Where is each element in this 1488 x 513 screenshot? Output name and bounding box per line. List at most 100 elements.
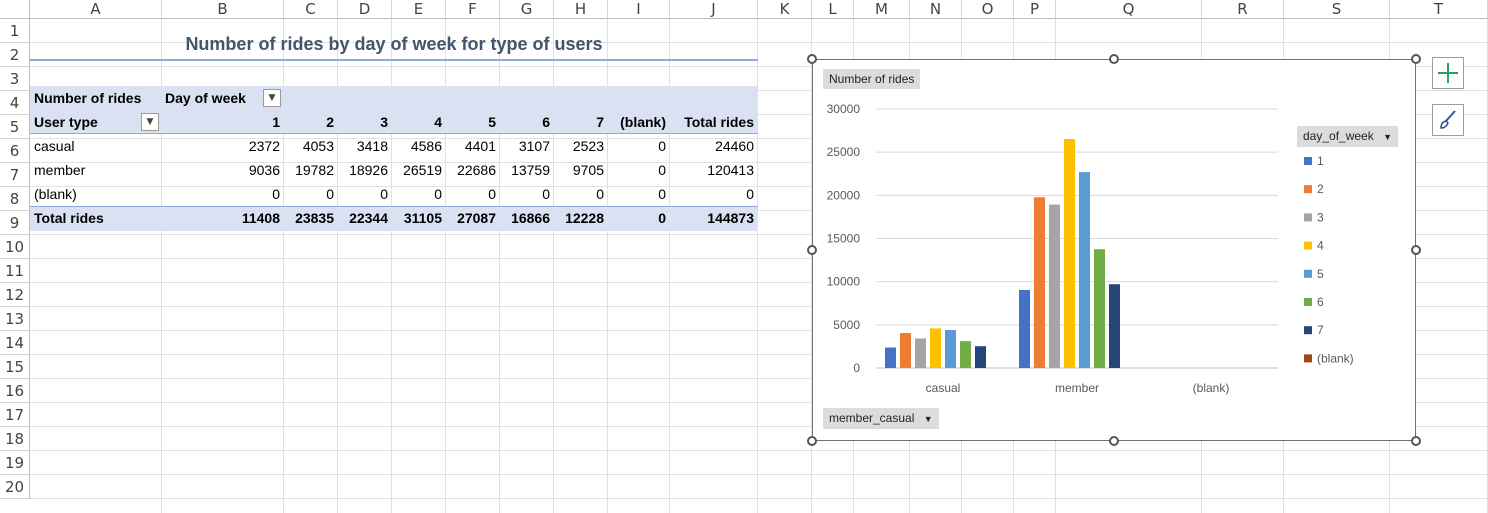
- pivot-column-header[interactable]: (blank): [608, 110, 666, 134]
- row-header-18[interactable]: 18: [0, 427, 30, 451]
- column-header-c[interactable]: C: [284, 0, 338, 19]
- pivot-column-header[interactable]: 6: [500, 110, 550, 134]
- pivot-value-cell[interactable]: 3418: [338, 134, 388, 158]
- row-header-9[interactable]: 9: [0, 211, 30, 235]
- value-field-chip[interactable]: Number of rides: [823, 69, 921, 89]
- pivot-value-cell[interactable]: 0: [162, 182, 280, 206]
- pivot-column-header[interactable]: 3: [338, 110, 388, 134]
- row-header-20[interactable]: 20: [0, 475, 30, 499]
- column-header-p[interactable]: P: [1014, 0, 1056, 19]
- column-header-k[interactable]: K: [758, 0, 812, 19]
- chart-elements-button[interactable]: [1432, 57, 1464, 89]
- pivot-value-cell[interactable]: 0: [284, 182, 334, 206]
- pivot-column-header[interactable]: 2: [284, 110, 334, 134]
- pivot-value-cell[interactable]: 4053: [284, 134, 334, 158]
- pivot-value-cell[interactable]: 9036: [162, 158, 280, 182]
- row-header-13[interactable]: 13: [0, 307, 30, 331]
- row-filter-dropdown[interactable]: ▼: [141, 113, 159, 131]
- column-header-s[interactable]: S: [1284, 0, 1390, 19]
- row-header-11[interactable]: 11: [0, 259, 30, 283]
- pivot-total-cell[interactable]: 11408: [162, 206, 280, 230]
- pivot-value-cell[interactable]: 24460: [670, 134, 754, 158]
- resize-handle-bottom-left[interactable]: [807, 436, 817, 446]
- row-header-8[interactable]: 8: [0, 187, 30, 211]
- row-header-7[interactable]: 7: [0, 163, 30, 187]
- row-header-10[interactable]: 10: [0, 235, 30, 259]
- pivot-value-cell[interactable]: 0: [608, 134, 666, 158]
- column-header-f[interactable]: F: [446, 0, 500, 19]
- pivot-value-cell[interactable]: 0: [554, 182, 604, 206]
- pivot-value-cell[interactable]: 2372: [162, 134, 280, 158]
- pivot-total-cell[interactable]: 31105: [392, 206, 442, 230]
- resize-handle-right[interactable]: [1411, 245, 1421, 255]
- pivot-row-label[interactable]: member: [34, 158, 85, 182]
- column-header-o[interactable]: O: [962, 0, 1014, 19]
- column-header-g[interactable]: G: [500, 0, 554, 19]
- column-header-r[interactable]: R: [1202, 0, 1284, 19]
- row-header-16[interactable]: 16: [0, 379, 30, 403]
- column-header-m[interactable]: M: [854, 0, 910, 19]
- resize-handle-top-left[interactable]: [807, 54, 817, 64]
- pivot-value-cell[interactable]: 0: [608, 182, 666, 206]
- pivot-value-cell[interactable]: 13759: [500, 158, 550, 182]
- column-header-a[interactable]: A: [30, 0, 162, 19]
- column-header-e[interactable]: E: [392, 0, 446, 19]
- pivot-value-cell[interactable]: 26519: [392, 158, 442, 182]
- pivot-column-header[interactable]: Total rides: [670, 110, 754, 134]
- column-header-t[interactable]: T: [1390, 0, 1488, 19]
- pivot-total-cell[interactable]: 144873: [670, 206, 754, 230]
- select-all-corner[interactable]: [0, 0, 30, 19]
- column-header-n[interactable]: N: [910, 0, 962, 19]
- pivot-total-cell[interactable]: 23835: [284, 206, 334, 230]
- row-header-3[interactable]: 3: [0, 67, 30, 91]
- row-header-15[interactable]: 15: [0, 355, 30, 379]
- pivot-value-cell[interactable]: 4586: [392, 134, 442, 158]
- resize-handle-top-right[interactable]: [1411, 54, 1421, 64]
- column-header-i[interactable]: I: [608, 0, 670, 19]
- pivot-value-cell[interactable]: 9705: [554, 158, 604, 182]
- row-header-1[interactable]: 1: [0, 19, 30, 43]
- pivot-value-cell[interactable]: 120413: [670, 158, 754, 182]
- pivot-total-cell[interactable]: 16866: [500, 206, 550, 230]
- pivot-value-cell[interactable]: 4401: [446, 134, 496, 158]
- pivot-total-cell[interactable]: 12228: [554, 206, 604, 230]
- pivot-value-cell[interactable]: 0: [608, 158, 666, 182]
- pivot-total-cell[interactable]: 22344: [338, 206, 388, 230]
- pivot-total-cell[interactable]: 27087: [446, 206, 496, 230]
- column-filter-dropdown[interactable]: ▼: [263, 89, 281, 107]
- pivot-value-cell[interactable]: 0: [446, 182, 496, 206]
- row-header-4[interactable]: 4: [0, 91, 30, 115]
- pivot-value-cell[interactable]: 18926: [338, 158, 388, 182]
- row-header-14[interactable]: 14: [0, 331, 30, 355]
- pivot-column-header[interactable]: 4: [392, 110, 442, 134]
- chart-styles-button[interactable]: [1432, 104, 1464, 136]
- row-header-2[interactable]: 2: [0, 43, 30, 67]
- row-header-12[interactable]: 12: [0, 283, 30, 307]
- row-header-6[interactable]: 6: [0, 139, 30, 163]
- column-header-q[interactable]: Q: [1056, 0, 1202, 19]
- resize-handle-top[interactable]: [1109, 54, 1119, 64]
- column-header-j[interactable]: J: [670, 0, 758, 19]
- pivot-value-cell[interactable]: 19782: [284, 158, 334, 182]
- row-header-17[interactable]: 17: [0, 403, 30, 427]
- pivot-value-cell[interactable]: 22686: [446, 158, 496, 182]
- resize-handle-left[interactable]: [807, 245, 817, 255]
- column-header-b[interactable]: B: [162, 0, 284, 19]
- pivot-value-cell[interactable]: 0: [338, 182, 388, 206]
- column-header-h[interactable]: H: [554, 0, 608, 19]
- row-header-19[interactable]: 19: [0, 451, 30, 475]
- pivot-value-cell[interactable]: 0: [670, 182, 754, 206]
- pivot-value-cell[interactable]: 2523: [554, 134, 604, 158]
- row-header-5[interactable]: 5: [0, 115, 30, 139]
- pivot-row-label[interactable]: casual: [34, 134, 74, 158]
- pivot-total-label[interactable]: Total rides: [34, 206, 104, 230]
- pivot-row-label[interactable]: (blank): [34, 182, 77, 206]
- column-header-l[interactable]: L: [812, 0, 854, 19]
- pivot-chart[interactable]: 0 5000 10000 15000 20000 25000 30000 casual memb…: [812, 59, 1416, 441]
- pivot-value-cell[interactable]: 0: [500, 182, 550, 206]
- resize-handle-bottom[interactable]: [1109, 436, 1119, 446]
- pivot-column-header[interactable]: 5: [446, 110, 496, 134]
- legend-field-button[interactable]: day_of_week ▼: [1297, 126, 1398, 147]
- column-header-d[interactable]: D: [338, 0, 392, 19]
- pivot-column-header[interactable]: 7: [554, 110, 604, 134]
